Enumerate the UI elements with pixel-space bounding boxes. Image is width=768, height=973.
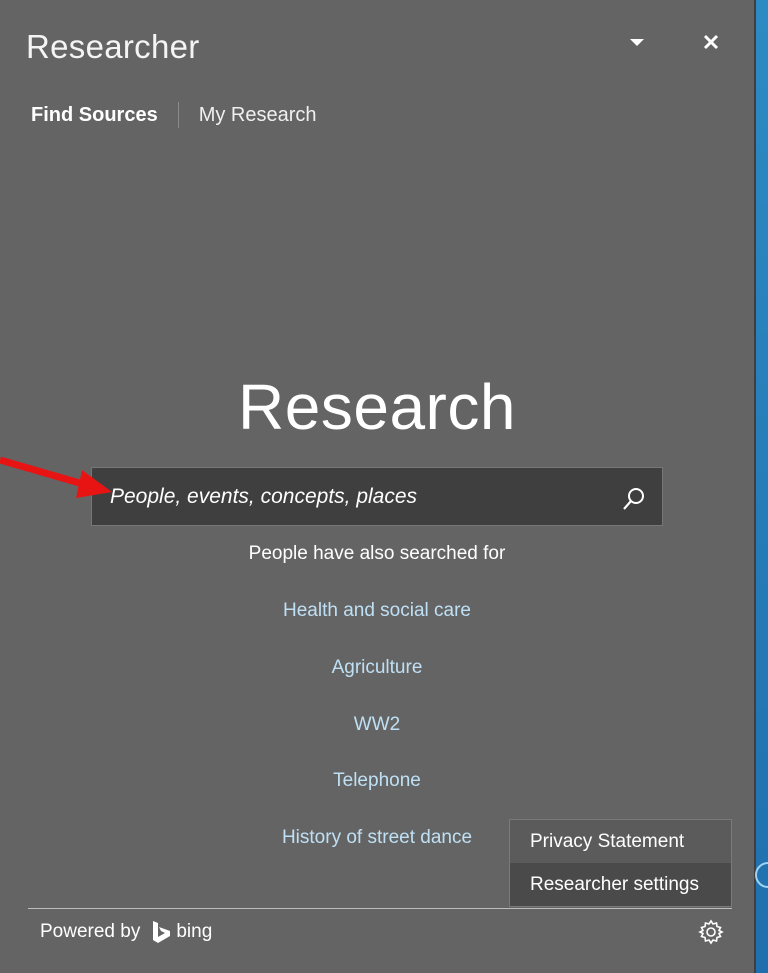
close-icon <box>703 34 719 50</box>
powered-by-bing: Powered by bing <box>40 920 212 944</box>
close-button[interactable] <box>697 28 725 56</box>
researcher-pane: Researcher Find Sources My Research Rese… <box>0 0 754 973</box>
suggestion-link[interactable]: Health and social care <box>0 600 754 622</box>
menu-item-researcher-settings[interactable]: Researcher settings <box>510 863 731 906</box>
settings-button[interactable] <box>697 918 725 946</box>
tab-bar: Find Sources My Research <box>31 102 317 128</box>
suggestions-heading: People have also searched for <box>248 543 506 564</box>
annotation-arrow <box>0 456 112 498</box>
powered-by-label: Powered by <box>40 921 141 942</box>
suggestion-link[interactable]: WW2 <box>0 714 754 736</box>
search-icon <box>623 488 644 510</box>
chevron-down-icon <box>630 39 644 46</box>
gear-icon <box>698 919 724 945</box>
search-button[interactable] <box>620 485 648 513</box>
bing-wordmark: bing <box>176 921 213 942</box>
settings-context-menu: Privacy Statement Researcher settings <box>509 819 732 907</box>
document-background-strip <box>754 0 768 973</box>
suggestion-link[interactable]: Telephone <box>0 770 754 792</box>
tab-find-sources[interactable]: Find Sources <box>31 104 158 127</box>
search-input[interactable] <box>110 468 610 525</box>
tab-my-research[interactable]: My Research <box>199 104 317 127</box>
search-box[interactable] <box>91 467 663 526</box>
bing-logo-icon <box>153 921 171 943</box>
suggestion-link[interactable]: Agriculture <box>0 657 754 679</box>
pane-title: Researcher <box>26 28 200 65</box>
footer-divider <box>28 908 732 909</box>
tab-divider <box>177 102 179 128</box>
pane-border <box>754 0 756 973</box>
research-heading: Research <box>238 371 516 443</box>
menu-item-privacy-statement[interactable]: Privacy Statement <box>510 820 731 863</box>
bing-logo: bing <box>150 920 212 944</box>
pane-options-button[interactable] <box>626 34 648 52</box>
